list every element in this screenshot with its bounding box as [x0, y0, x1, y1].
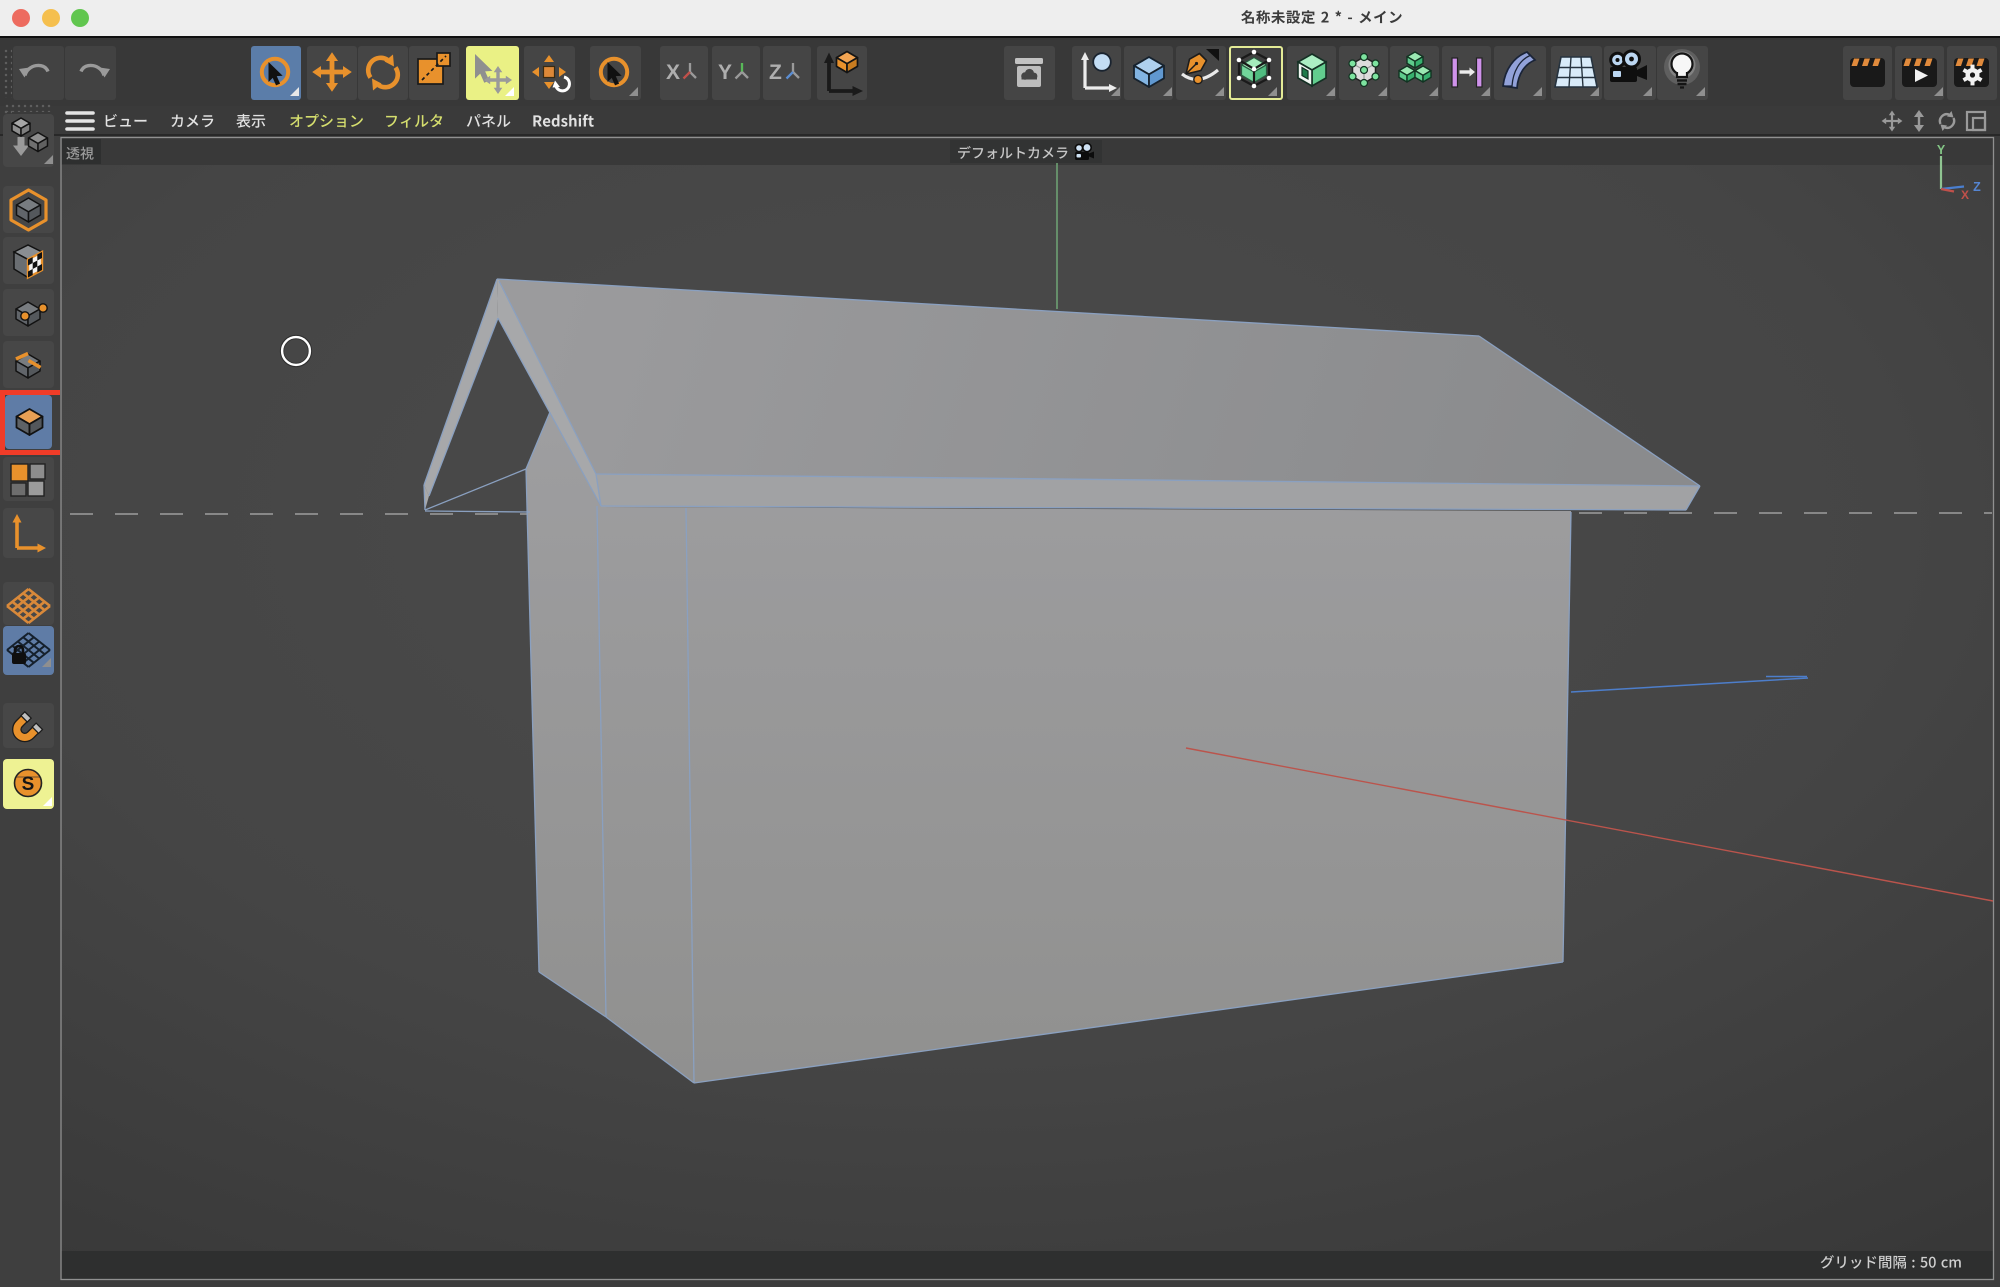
- svg-text:Y: Y: [1937, 143, 1946, 157]
- svg-text:Z: Z: [769, 61, 782, 84]
- svg-text:X: X: [1961, 188, 1969, 202]
- svg-text:Z: Z: [1973, 180, 1981, 194]
- svg-text:Y: Y: [718, 61, 732, 84]
- svg-text:X: X: [666, 61, 680, 84]
- svg-text:S: S: [22, 774, 35, 795]
